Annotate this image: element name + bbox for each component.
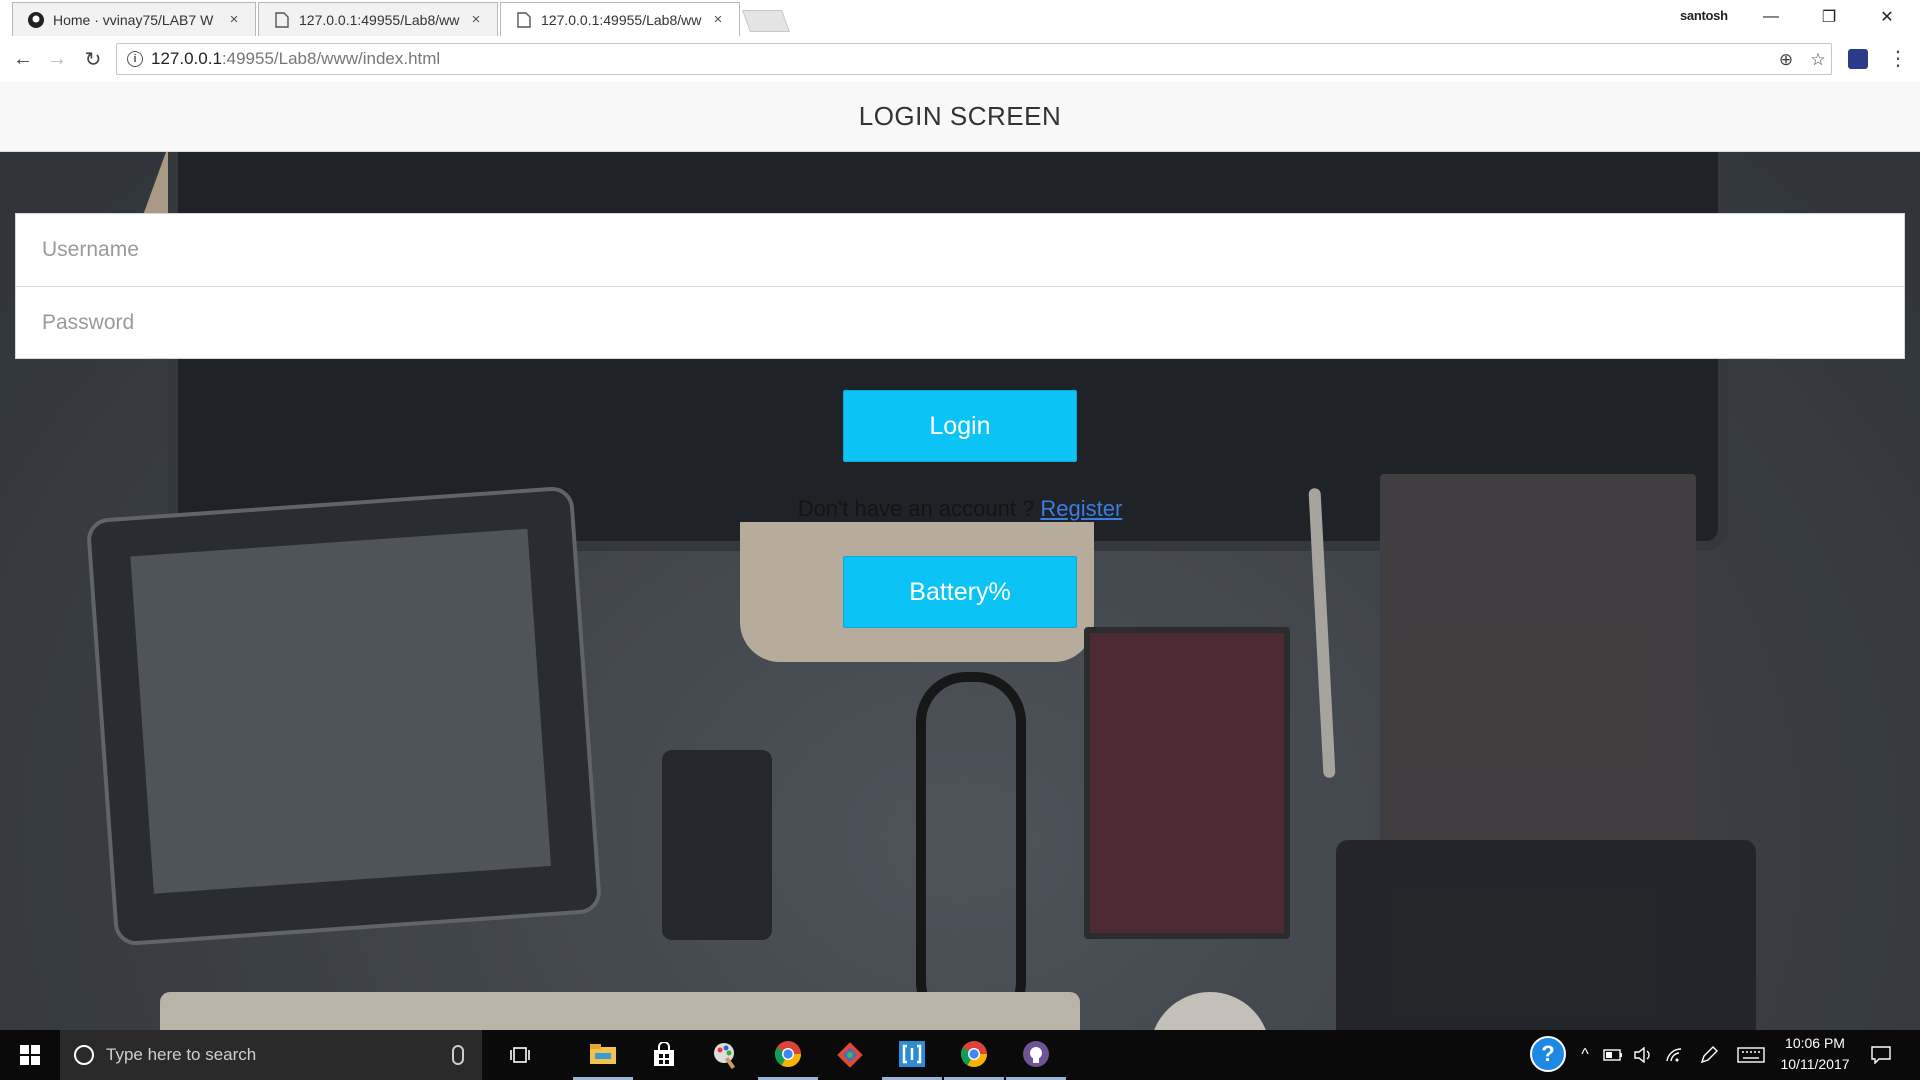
cortana-icon xyxy=(74,1045,94,1065)
keyboard-icon[interactable] xyxy=(1736,1044,1766,1066)
chrome-icon[interactable] xyxy=(944,1030,1004,1080)
volume-icon[interactable] xyxy=(1632,1044,1654,1066)
tab-lab8-active[interactable]: 127.0.0.1:49955/Lab8/ww × xyxy=(500,2,740,36)
task-view-icon[interactable] xyxy=(490,1030,550,1080)
start-button[interactable] xyxy=(0,1030,60,1080)
register-prompt: Don't have an account ? xyxy=(797,496,1041,521)
page-title: LOGIN SCREEN xyxy=(858,101,1062,131)
password-input[interactable] xyxy=(16,287,1904,359)
page-icon xyxy=(273,11,291,29)
battery-icon[interactable] xyxy=(1602,1044,1624,1066)
url-host: 127.0.0.1 xyxy=(151,49,222,68)
login-button[interactable]: Login xyxy=(843,390,1077,462)
close-icon[interactable]: × xyxy=(707,11,729,28)
zoom-icon[interactable]: ⊕ xyxy=(1775,49,1797,71)
notifications-icon[interactable] xyxy=(1870,1044,1892,1066)
tab-title: Home · vvinay75/LAB7 W xyxy=(53,11,214,28)
tab-github-home[interactable]: Home · vvinay75/LAB7 W × xyxy=(12,2,256,36)
reload-button[interactable]: ↻ xyxy=(78,44,108,74)
info-icon[interactable]: i xyxy=(127,51,143,67)
window-close-button[interactable]: ✕ xyxy=(1858,0,1916,34)
back-button[interactable]: ← xyxy=(8,44,38,74)
close-icon[interactable]: × xyxy=(465,11,487,28)
address-bar[interactable]: i 127.0.0.1 :49955/Lab8/www/index.html ⊕… xyxy=(116,43,1832,75)
new-tab-button[interactable] xyxy=(741,10,791,32)
microphone-icon[interactable] xyxy=(452,1045,464,1065)
pen-icon[interactable] xyxy=(1698,1044,1720,1066)
extension-icon[interactable] xyxy=(1848,49,1868,69)
tab-title: 127.0.0.1:49955/Lab8/ww xyxy=(299,11,460,28)
clock-time[interactable]: 10:06 PM xyxy=(1770,1035,1860,1051)
search-placeholder: Type here to search xyxy=(106,1045,257,1064)
register-line: Don't have an account ? Register xyxy=(0,496,1920,522)
url-path: :49955/Lab8/www/index.html xyxy=(221,49,441,68)
minimize-button[interactable]: — xyxy=(1742,0,1800,34)
page-icon xyxy=(515,11,533,29)
app-header: LOGIN SCREEN xyxy=(0,82,1920,152)
forward-button[interactable]: → xyxy=(42,44,72,74)
login-form xyxy=(15,213,1905,359)
browser-tabstrip: Home · vvinay75/LAB7 W × 127.0.0.1:49955… xyxy=(0,0,1920,36)
windows-logo-icon xyxy=(20,1045,40,1065)
chrome-icon[interactable] xyxy=(758,1030,818,1080)
wifi-icon[interactable] xyxy=(1664,1044,1686,1066)
browser-toolbar: ← → ↻ i 127.0.0.1 :49955/Lab8/www/index.… xyxy=(0,36,1920,83)
chevron-up-icon[interactable]: ^ xyxy=(1574,1044,1596,1066)
close-icon[interactable]: × xyxy=(223,11,245,28)
register-link[interactable]: Register xyxy=(1040,496,1122,521)
taskbar-search[interactable]: Type here to search xyxy=(60,1030,482,1080)
github-desktop-icon[interactable] xyxy=(1006,1030,1066,1080)
paint-icon[interactable] xyxy=(696,1030,756,1080)
browser-menu-icon[interactable]: ⋮ xyxy=(1888,46,1908,71)
file-explorer-icon[interactable] xyxy=(573,1030,633,1080)
windows-taskbar: Type here to search ? ^ 10:06 PM 10/11/2… xyxy=(0,1030,1920,1080)
restore-button[interactable]: ❐ xyxy=(1800,0,1858,34)
username-input[interactable] xyxy=(16,214,1904,286)
store-icon[interactable] xyxy=(634,1030,694,1080)
battery-button[interactable]: Battery% xyxy=(843,556,1077,628)
page-viewport: LOGIN SCREEN Login Don't have an account… xyxy=(0,82,1920,1030)
brackets-icon[interactable] xyxy=(882,1030,942,1080)
profile-name[interactable]: santosh xyxy=(1680,8,1728,23)
clock-date[interactable]: 10/11/2017 xyxy=(1770,1056,1860,1072)
github-icon xyxy=(27,11,45,29)
help-icon[interactable]: ? xyxy=(1530,1036,1566,1072)
git-icon[interactable] xyxy=(820,1030,880,1080)
tab-title: 127.0.0.1:49955/Lab8/ww xyxy=(541,11,702,28)
tab-lab8-1[interactable]: 127.0.0.1:49955/Lab8/ww × xyxy=(258,2,498,36)
bookmark-star-icon[interactable]: ☆ xyxy=(1807,49,1829,71)
